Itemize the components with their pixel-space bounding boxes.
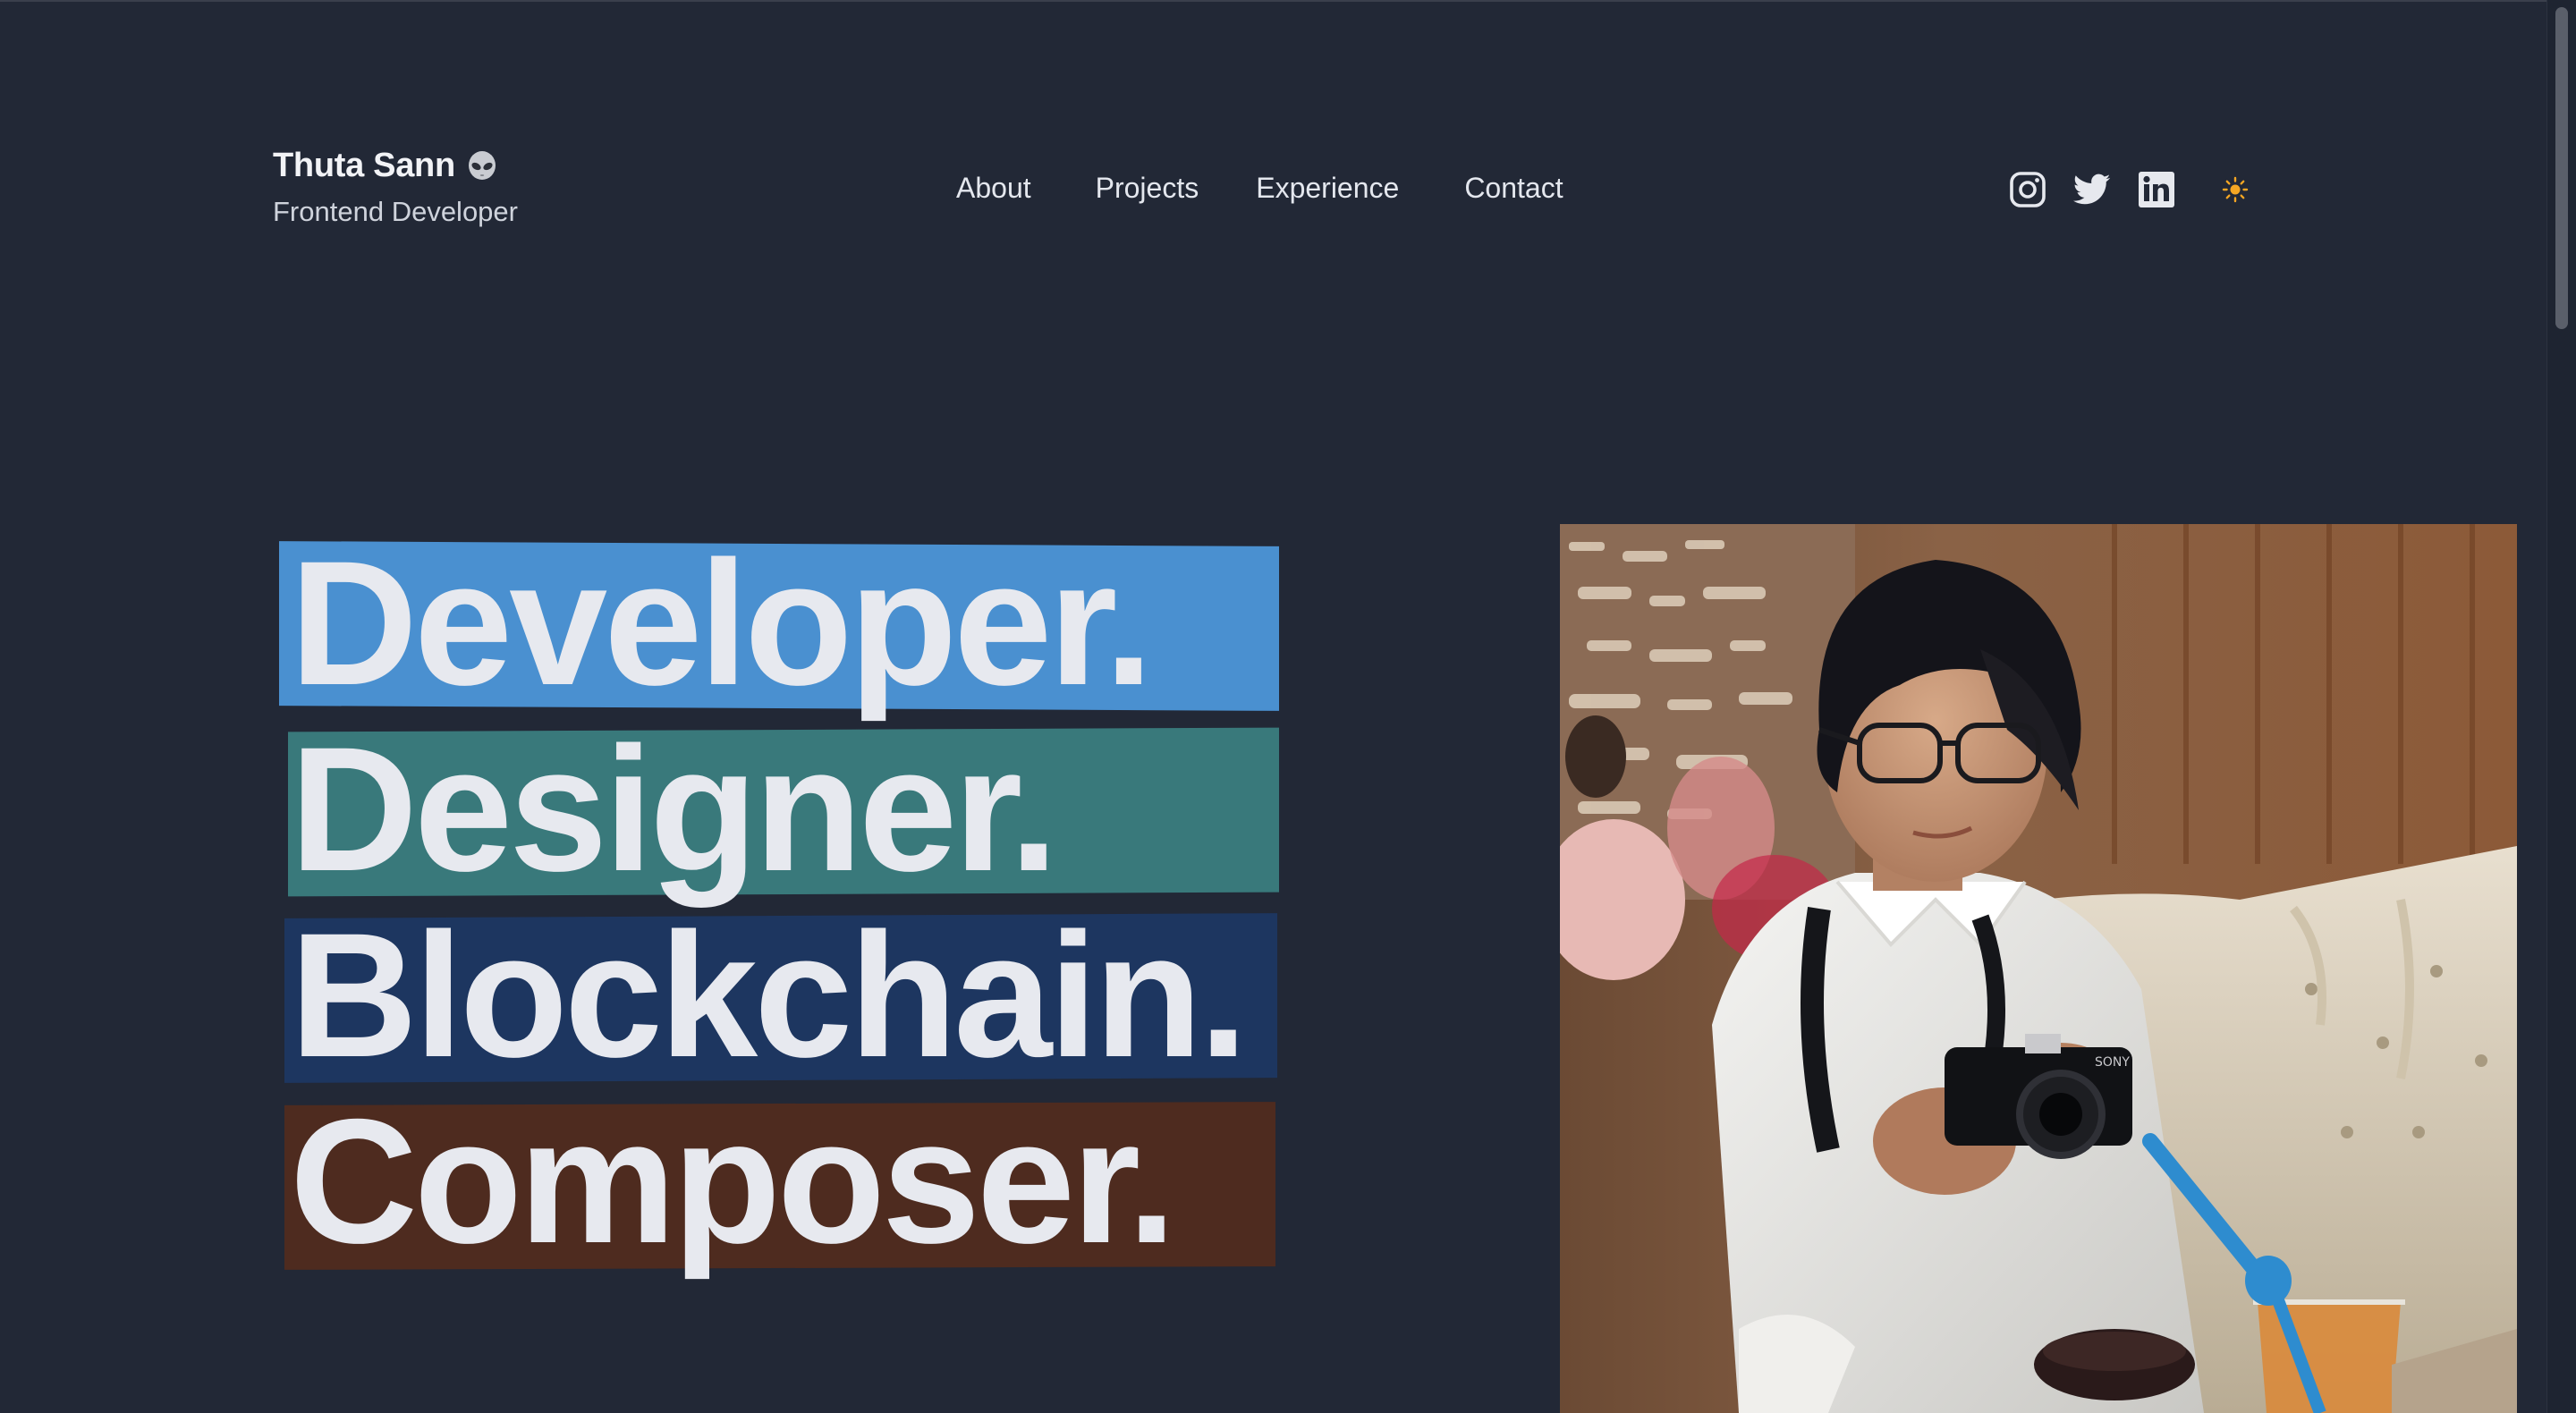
alien-icon: [468, 150, 496, 180]
linkedin-icon: [2139, 172, 2174, 207]
social-links: [2008, 170, 2251, 209]
portrait-photo: SONY: [1560, 524, 2517, 1413]
nav-projects[interactable]: Projects: [1096, 172, 1199, 205]
hero-word-row: Developer.: [279, 524, 1281, 724]
nav-experience[interactable]: Experience: [1256, 172, 1399, 205]
hero-word-row: Composer.: [279, 1082, 1281, 1282]
theme-toggle-button[interactable]: [2219, 170, 2251, 209]
scrollbar[interactable]: [2546, 0, 2576, 1413]
twitter-icon: [2073, 173, 2111, 205]
hero-word-row: Blockchain.: [279, 896, 1281, 1096]
scrollbar-thumb[interactable]: [2555, 7, 2568, 329]
instagram-icon: [2010, 172, 2046, 207]
brand-role: Frontend Developer: [273, 196, 518, 227]
sun-icon: [2222, 176, 2249, 203]
brand: Thuta Sann Frontend Developer: [273, 147, 518, 228]
hero-word-row: Designer.: [279, 710, 1281, 910]
hero-words: Developer. Designer. Blockchain. Compose…: [279, 524, 1281, 1282]
svg-text:SONY: SONY: [2095, 1055, 2130, 1070]
hero-word-blockchain: Blockchain.: [290, 896, 1248, 1094]
instagram-link[interactable]: [2008, 170, 2047, 209]
nav-about[interactable]: About: [956, 172, 1031, 205]
nav-contact[interactable]: Contact: [1464, 172, 1563, 205]
main-nav: About Projects Experience Contact: [956, 172, 1563, 205]
linkedin-link[interactable]: [2137, 170, 2176, 209]
hero-word-composer: Composer.: [290, 1082, 1176, 1280]
hero-word-developer: Developer.: [290, 524, 1154, 722]
twitter-link[interactable]: [2072, 170, 2112, 209]
hero-word-designer: Designer.: [290, 710, 1058, 908]
window-top-edge: [0, 0, 2547, 2]
brand-name: Thuta Sann: [273, 147, 455, 184]
brand-title[interactable]: Thuta Sann: [273, 147, 518, 185]
